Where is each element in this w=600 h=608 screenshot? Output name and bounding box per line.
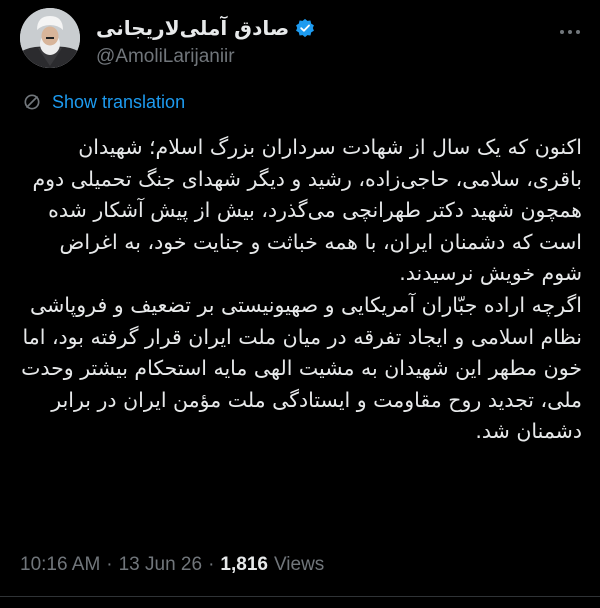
views-label: Views	[273, 554, 325, 575]
avatar[interactable]	[20, 8, 80, 68]
profile-photo-icon	[20, 8, 80, 68]
divider	[0, 596, 600, 597]
tweet-paragraph-2: اگرچه اراده جبّاران آمریکایی و صهیونیستی…	[21, 292, 582, 444]
author-display-name[interactable]: صادق آملی‌لاریجانی	[96, 16, 289, 40]
show-translation-label: Show translation	[52, 91, 186, 112]
more-dot-icon	[568, 30, 572, 34]
show-translation-button[interactable]: Show translation	[22, 88, 185, 116]
author-name-row: صادق آملی‌لاریجانی	[96, 14, 315, 42]
more-options-button[interactable]	[554, 20, 586, 44]
views-count: 1,816	[220, 554, 268, 575]
author-handle[interactable]: @AmoliLarijaniir	[96, 46, 235, 68]
meta-separator: ·	[106, 554, 113, 575]
tweet-text: اکنون که یک سال از شهادت سرداران بزرگ اس…	[18, 132, 582, 448]
translate-icon	[24, 94, 40, 110]
verified-badge-icon	[296, 18, 315, 38]
more-dot-icon	[576, 30, 580, 34]
tweet-time[interactable]: 10:16 AM	[20, 554, 100, 576]
tweet-date[interactable]: 13 Jun 26	[119, 554, 202, 576]
more-dot-icon	[560, 30, 564, 34]
tweet-meta: 10:16 AM · 13 Jun 26 · 1,816 Views	[20, 551, 324, 579]
meta-separator: ·	[208, 554, 215, 575]
tweet-paragraph-1: اکنون که یک سال از شهادت سرداران بزرگ اس…	[32, 135, 582, 286]
